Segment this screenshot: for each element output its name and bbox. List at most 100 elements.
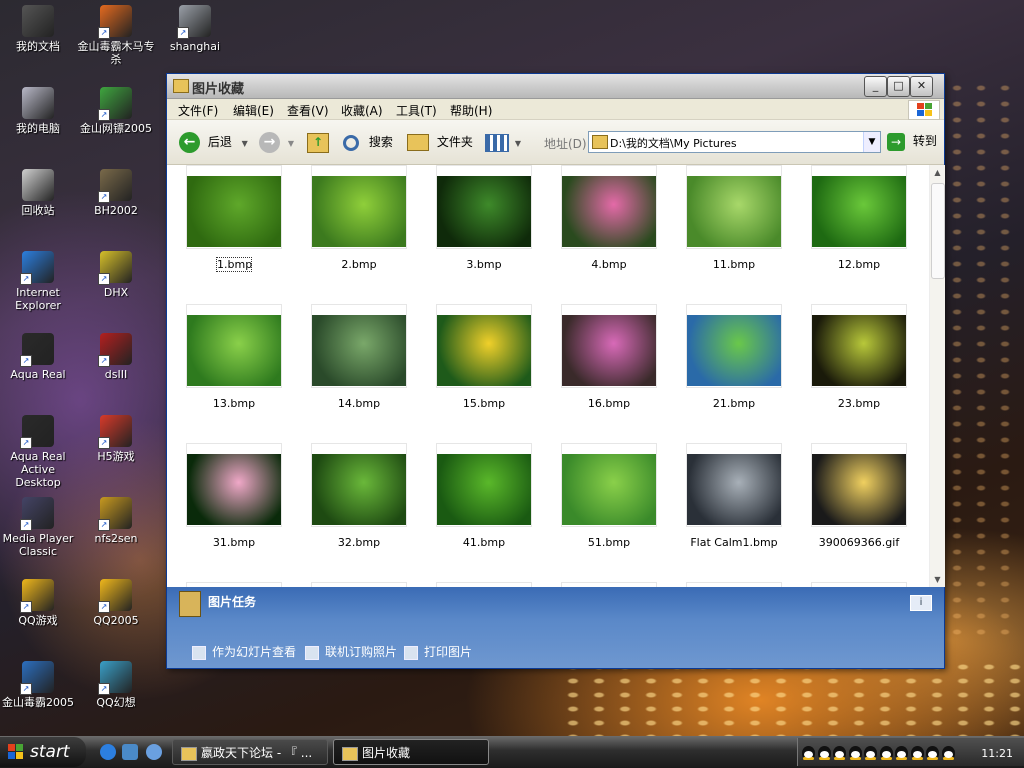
desktop-icon[interactable]: ↗ Aqua Real xyxy=(0,333,78,381)
back-dropdown-icon[interactable]: ▼ xyxy=(242,139,248,148)
qq-tray-icon[interactable] xyxy=(926,746,939,760)
desktop-icon[interactable]: ↗ BH2002 xyxy=(76,169,156,217)
search-button[interactable]: 搜索 xyxy=(343,131,393,153)
back-button[interactable]: ← 后退 ▼ xyxy=(179,131,248,153)
shortcut-arrow-icon: ↗ xyxy=(98,109,110,121)
qq-tray-icon[interactable] xyxy=(802,746,815,760)
desktop-icon[interactable]: ↗ Aqua Real Active Desktop xyxy=(0,415,78,489)
thumbnail[interactable]: 12.bmp xyxy=(811,165,907,271)
task-slideshow[interactable]: 作为幻灯片查看 xyxy=(192,643,296,660)
desktop-icon[interactable]: ↗ DHX xyxy=(76,251,156,299)
thumbnail[interactable]: 2.bmp xyxy=(311,165,407,271)
clock[interactable]: 11:21 xyxy=(981,747,1013,760)
thumbnail[interactable]: 23.bmp xyxy=(811,304,907,410)
scroll-thumb[interactable] xyxy=(931,183,945,279)
desktop-icon[interactable]: 我的电脑 xyxy=(0,87,78,135)
thumbnail[interactable]: 32.bmp xyxy=(311,443,407,549)
qq-tray-icon[interactable] xyxy=(848,746,862,760)
thumbnail[interactable]: 31.bmp xyxy=(186,443,282,549)
address-dropdown-icon[interactable]: ▼ xyxy=(863,132,880,152)
qq-tray-icon[interactable] xyxy=(910,746,924,760)
go-button[interactable]: → 转到 xyxy=(887,131,937,151)
desktop-icon[interactable]: ↗ Internet Explorer xyxy=(0,251,78,312)
task-slideshow-label: 作为幻灯片查看 xyxy=(212,645,297,659)
thumbnail-caption: 23.bmp xyxy=(837,397,881,410)
thumbnail-image xyxy=(437,315,531,386)
desktop-icon-label: QQ2005 xyxy=(93,614,139,627)
title-bar[interactable]: 图片收藏 _ □ ✕ xyxy=(167,74,944,99)
picture-tasks-icon xyxy=(179,591,201,617)
qq-tray-icon[interactable] xyxy=(833,746,846,760)
menu-file[interactable]: 文件(F) xyxy=(178,102,218,119)
qq-tray-icon[interactable] xyxy=(879,746,893,760)
thumbnail[interactable]: 15.bmp xyxy=(436,304,532,410)
qq-tray-icon[interactable] xyxy=(941,746,955,760)
minimize-button[interactable]: _ xyxy=(864,76,887,97)
thumbnail[interactable]: 14.bmp xyxy=(311,304,407,410)
views-button[interactable]: ▼ xyxy=(485,131,521,153)
scroll-up-icon[interactable]: ▲ xyxy=(930,165,945,180)
desktop-icon[interactable]: ↗ Media Player Classic xyxy=(0,497,78,558)
folders-icon xyxy=(407,134,429,151)
desktop-icon[interactable]: ↗ QQ游戏 xyxy=(0,579,78,627)
desktop-icon[interactable]: ↗ QQ2005 xyxy=(76,579,156,627)
thumbnail[interactable]: Flat Calm1.bmp xyxy=(686,443,782,549)
desktop-icon[interactable]: 我的文档 xyxy=(0,5,78,53)
app-icon: ↗ xyxy=(98,251,132,285)
windows-flag-icon xyxy=(8,744,24,760)
desktop-icon[interactable]: ↗ 金山毒霸2005 xyxy=(0,661,78,709)
scroll-down-icon[interactable]: ▼ xyxy=(930,572,945,587)
quicklaunch-mediaplayer-icon[interactable] xyxy=(146,744,162,760)
search-label: 搜索 xyxy=(368,135,393,149)
shortcut-arrow-icon: ↗ xyxy=(98,601,110,613)
desktop-icon-label: Internet Explorer xyxy=(15,286,61,312)
thumbnail[interactable]: 390069366.gif xyxy=(811,443,907,549)
menu-view[interactable]: 查看(V) xyxy=(287,102,329,119)
forward-dropdown-icon[interactable]: ▼ xyxy=(288,139,294,148)
start-button[interactable]: start xyxy=(0,737,86,767)
menu-help[interactable]: 帮助(H) xyxy=(450,102,492,119)
forward-button[interactable]: → ▼ xyxy=(259,131,294,153)
quicklaunch-ie-icon[interactable] xyxy=(100,744,116,760)
desktop-icon[interactable]: ↗ QQ幻想 xyxy=(76,661,156,709)
desktop-icon[interactable]: ↗ dsIII xyxy=(76,333,156,381)
slideshow-icon xyxy=(192,645,206,660)
task-print-pictures[interactable]: 打印图片 xyxy=(404,643,472,660)
desktop-icon-label: dsIII xyxy=(104,368,128,381)
taskbar-item-pictures[interactable]: 图片收藏 xyxy=(333,739,489,765)
address-input[interactable]: D:\我的文档\My Pictures ▼ xyxy=(588,131,881,153)
thumbnail[interactable]: 11.bmp xyxy=(686,165,782,271)
close-button[interactable]: ✕ xyxy=(910,76,933,97)
thumbnail[interactable]: 16.bmp xyxy=(561,304,657,410)
menu-favorites[interactable]: 收藏(A) xyxy=(341,102,383,119)
desktop-icon[interactable]: ↗ H5游戏 xyxy=(76,415,156,463)
maximize-button[interactable]: □ xyxy=(887,76,910,97)
vertical-scrollbar[interactable]: ▲ ▼ xyxy=(929,165,945,587)
desktop-icon[interactable]: ↗ shanghai xyxy=(155,5,235,53)
thumbnail-image xyxy=(187,176,281,247)
thumbnail[interactable]: 3.bmp xyxy=(436,165,532,271)
menu-tools[interactable]: 工具(T) xyxy=(396,102,437,119)
thumbnail[interactable]: 21.bmp xyxy=(686,304,782,410)
thumbnail-image xyxy=(687,176,781,247)
thumbnail[interactable]: 1.bmp xyxy=(186,165,282,272)
thumbnail[interactable]: 4.bmp xyxy=(561,165,657,271)
thumbnail[interactable]: 51.bmp xyxy=(561,443,657,549)
qq-tray-icon[interactable] xyxy=(817,746,831,760)
info-icon[interactable]: i xyxy=(910,595,932,611)
desktop-icon[interactable]: 回收站 xyxy=(0,169,78,217)
desktop-icon[interactable]: ↗ 金山网镖2005 xyxy=(76,87,156,135)
folders-button[interactable]: 文件夹 xyxy=(407,131,473,153)
up-folder-button[interactable]: ↑ xyxy=(307,131,329,153)
qq-tray-icon[interactable] xyxy=(895,746,908,760)
desktop-icon[interactable]: ↗ 金山毒霸木马专杀 xyxy=(76,5,156,66)
task-order-prints[interactable]: 联机订购照片 xyxy=(305,643,397,660)
thumbnail[interactable]: 41.bmp xyxy=(436,443,532,549)
qq-tray-icon[interactable] xyxy=(864,746,877,760)
thumbnail[interactable]: 13.bmp xyxy=(186,304,282,410)
taskbar-item-forum[interactable]: 嬴政天下论坛 - 『 ... xyxy=(172,739,328,765)
desktop-icon[interactable]: ↗ nfs2sen xyxy=(76,497,156,545)
menu-edit[interactable]: 编辑(E) xyxy=(233,102,274,119)
shortcut-arrow-icon: ↗ xyxy=(98,191,110,203)
quicklaunch-explorer-icon[interactable] xyxy=(122,744,138,760)
